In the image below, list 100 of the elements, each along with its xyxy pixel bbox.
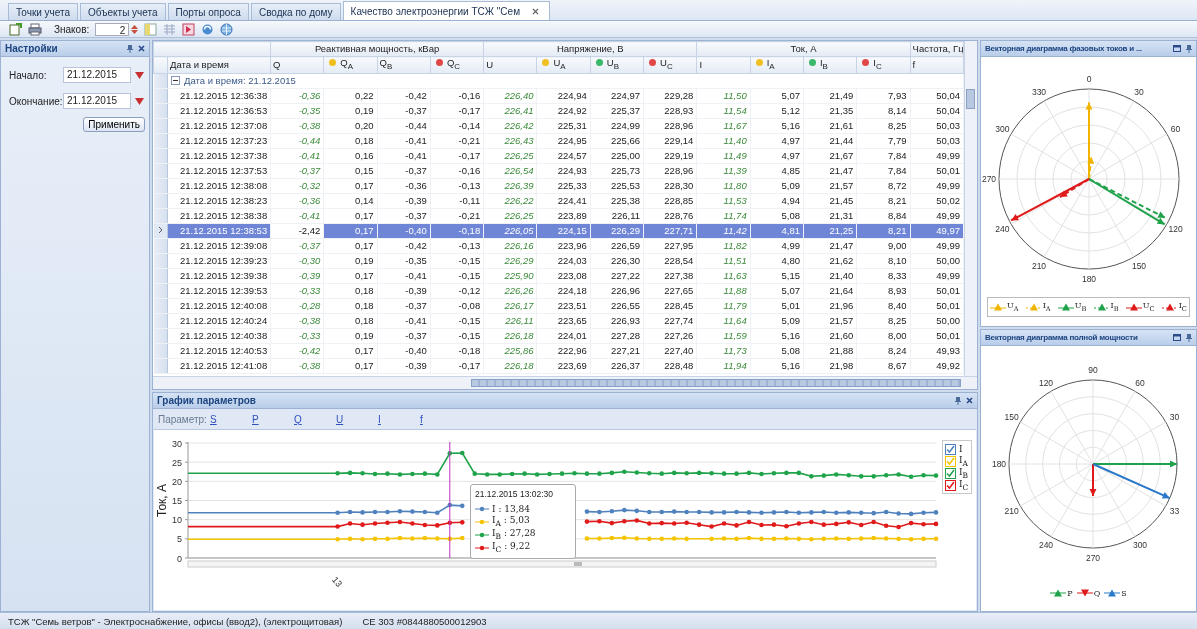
parameter-link[interactable]: I [378, 413, 420, 425]
column-group-header: Ток, А [696, 41, 911, 57]
date-field[interactable]: 21.12.2015 [63, 67, 131, 83]
table-cell: 227,65 [643, 283, 697, 299]
table-cell[interactable]: 21.12.2015 12:38:38 [167, 208, 271, 224]
table-cell: 228,54 [643, 253, 697, 269]
apply-button[interactable]: Применить [83, 117, 145, 132]
table-cell: 227,22 [590, 268, 644, 284]
table-cell: 0,20 [323, 118, 378, 134]
table-cell: -0,38 [270, 118, 324, 134]
table-cell[interactable]: 21.12.2015 12:40:53 [167, 343, 271, 359]
legend-label: I$_{B}$ [959, 466, 969, 480]
table-cell[interactable]: 21.12.2015 12:39:08 [167, 238, 271, 254]
table-cell: 228,93 [643, 103, 697, 119]
table-cell: 0,14 [323, 193, 378, 209]
angle-label: 60 [1135, 377, 1145, 388]
table-cell[interactable]: 21.12.2015 12:39:38 [167, 268, 271, 284]
table-cell: 9,00 [856, 238, 911, 254]
table-cell: -0,39 [377, 283, 431, 299]
table-cell[interactable]: 21.12.2015 12:41:08 [167, 358, 271, 374]
table-cell: -0,37 [377, 103, 431, 119]
legend-label: Q [1093, 588, 1101, 598]
parameter-link[interactable]: f [420, 413, 462, 425]
table-cell: 11,40 [696, 133, 751, 149]
table-cell[interactable]: 21.12.2015 12:36:53 [167, 103, 271, 119]
table-cell: 50,04 [910, 88, 964, 104]
table-cell[interactable]: 21.12.2015 12:38:23 [167, 193, 271, 209]
table-cell: -0,15 [430, 313, 484, 329]
table-cell: 224,99 [590, 118, 644, 134]
table-cell: -0,12 [430, 283, 484, 299]
table-cell[interactable]: 21.12.2015 12:37:08 [167, 118, 271, 134]
parameter-link[interactable]: U [336, 413, 378, 425]
table-cell: 21,47 [803, 163, 857, 179]
legend-label: I$_{B}$ [1110, 301, 1119, 313]
table-cell: -0,35 [377, 253, 431, 269]
digits-label: Знаков: [54, 23, 90, 35]
table-cell[interactable]: 21.12.2015 12:40:24 [167, 313, 271, 329]
table-cell: 0,18 [323, 283, 378, 299]
table-cell: 11,67 [696, 118, 751, 134]
table-cell: -0,21 [430, 133, 484, 149]
table-cell: 8,25 [856, 313, 911, 329]
table-cell[interactable]: 21.12.2015 12:39:53 [167, 283, 271, 299]
table-cell: -0,32 [270, 178, 324, 194]
table-cell: 223,69 [537, 358, 591, 374]
table-cell: 5,12 [750, 103, 804, 119]
tab[interactable]: Объекты учета [80, 3, 166, 20]
parameter-link[interactable]: P [252, 413, 294, 425]
table-cell: 226,93 [590, 313, 644, 329]
table-cell: 5,16 [750, 358, 804, 374]
table-cell: 223,96 [537, 238, 591, 254]
tab[interactable]: Порты опроса [167, 3, 249, 20]
table-cell: 0,17 [323, 358, 378, 374]
table-cell: 21,96 [803, 298, 857, 314]
table-cell: 8,67 [856, 358, 911, 374]
table-cell: -0,39 [377, 193, 431, 209]
table-cell: 224,92 [537, 103, 591, 119]
table-cell: -0,42 [270, 343, 324, 359]
table-cell: 50,04 [910, 103, 964, 119]
table-cell: 223,08 [537, 268, 591, 284]
table-cell: 21,57 [803, 313, 857, 329]
parameter-link[interactable]: S [210, 413, 252, 425]
table-cell: -0,41 [377, 268, 431, 284]
table-cell[interactable]: 21.12.2015 12:39:23 [167, 253, 271, 269]
digits-spinner[interactable]: 2 [95, 22, 130, 36]
table-cell[interactable]: 21.12.2015 12:38:08 [167, 178, 271, 194]
table-cell: -0,39 [270, 268, 324, 284]
angle-label: 90 [1088, 365, 1098, 375]
table-cell: 225,33 [537, 178, 591, 194]
date-field[interactable]: 21.12.2015 [63, 93, 131, 109]
table-cell: 8,14 [856, 103, 911, 119]
table-cell[interactable]: 21.12.2015 12:37:23 [167, 133, 271, 149]
table-cell: -0,38 [270, 358, 324, 374]
table-cell: 50,00 [910, 313, 964, 329]
angle-label: 120 [1168, 224, 1183, 234]
tab[interactable]: Сводка по дому [250, 3, 341, 20]
parameter-link[interactable]: Q [294, 413, 336, 425]
column-group-header: Реактивная мощность, кВар [270, 41, 484, 57]
angle-label: 180 [1081, 274, 1097, 284]
table-cell[interactable]: 21.12.2015 12:36:38 [167, 88, 271, 104]
table-cell: 5,07 [750, 88, 804, 104]
table-cell: 222,96 [537, 343, 591, 359]
table-cell: 224,57 [537, 148, 591, 164]
tooltip-item: I$_{A}$ : 5,03 [492, 515, 530, 528]
legend-label: I$_{C}$ [959, 478, 969, 492]
table-cell: 226,30 [590, 253, 644, 269]
table-cell: 0,19 [323, 103, 378, 119]
tab[interactable]: Качество электроэнергии ТСЖ "Сем [342, 1, 550, 20]
table-cell[interactable]: 21.12.2015 12:37:53 [167, 163, 271, 179]
table-cell: 11,88 [696, 283, 751, 299]
tab[interactable]: Точки учета [8, 3, 79, 20]
table-cell: 11,49 [696, 148, 751, 164]
table-cell: 226,54 [483, 163, 537, 179]
table-cell: 49,92 [910, 358, 964, 374]
table-cell: 223,65 [537, 313, 591, 329]
legend-label: I$_{A}$ [959, 454, 968, 468]
table-cell[interactable]: 21.12.2015 12:40:08 [167, 298, 271, 314]
table-cell: -0,14 [430, 118, 484, 134]
table-cell[interactable]: 21.12.2015 12:37:38 [167, 148, 271, 164]
table-cell: 49,99 [910, 178, 964, 194]
table-cell[interactable]: 21.12.2015 12:40:38 [167, 328, 271, 344]
